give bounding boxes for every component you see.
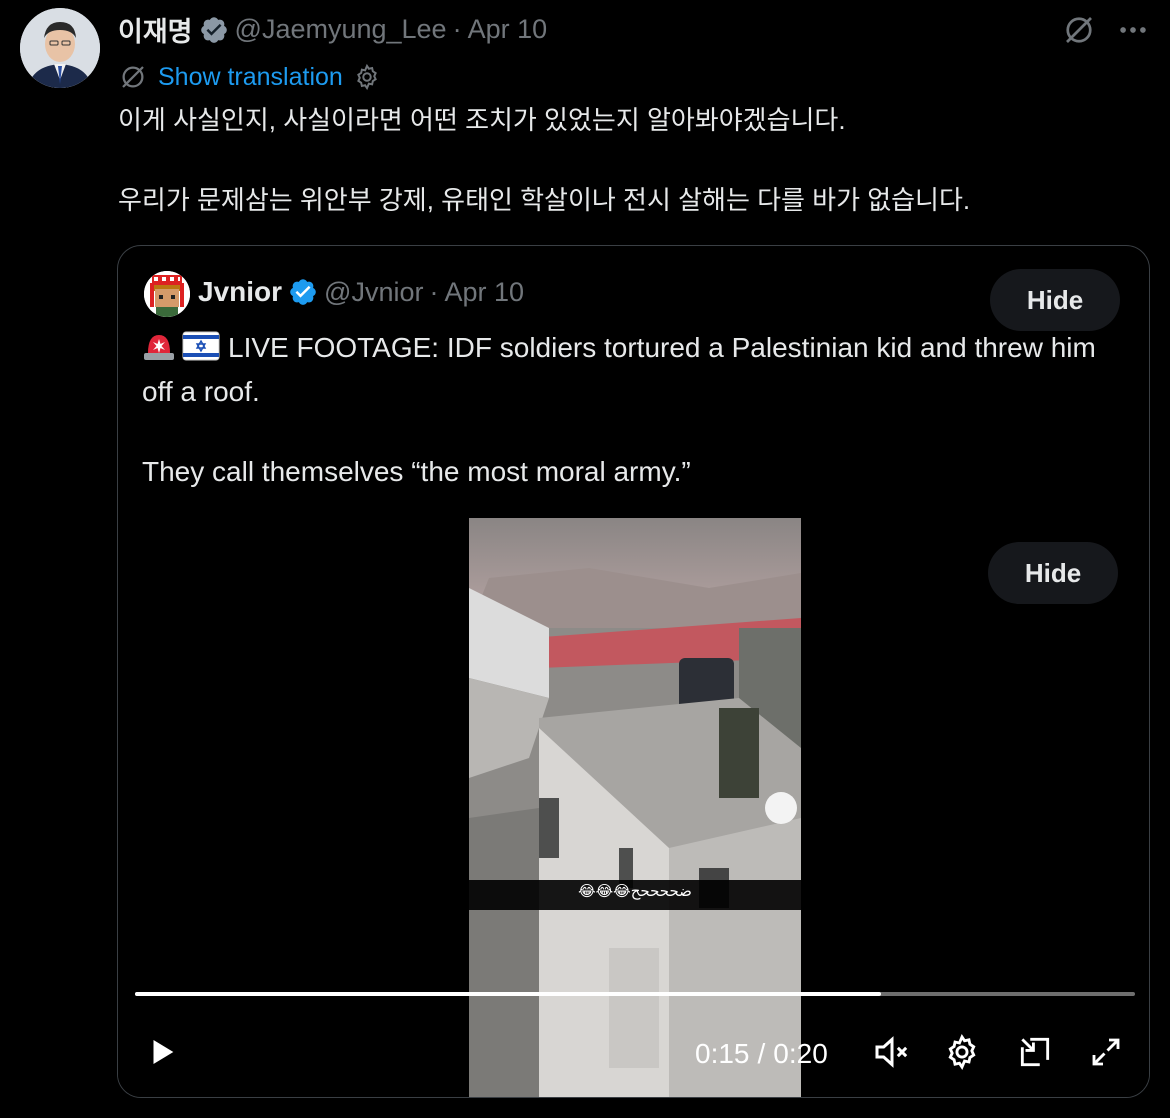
rotating-light-emoji — [142, 329, 176, 372]
settings-icon[interactable] — [938, 1028, 986, 1076]
time-separator: / — [757, 1038, 766, 1069]
post-text-line: 이게 사실인지, 사실이라면 어떤 조치가 있었는지 알아봐야겠습니다. — [118, 105, 846, 135]
progress-bar[interactable] — [135, 992, 1135, 996]
video-hide-button[interactable]: Hide — [988, 542, 1118, 604]
meta-separator: · — [429, 276, 439, 307]
quote-author-avatar[interactable] — [144, 271, 190, 317]
pip-icon[interactable] — [1011, 1028, 1059, 1076]
translate-icon — [118, 62, 148, 92]
quote-text: LIVE FOOTAGE: IDF soldiers tortured a Pa… — [142, 328, 1132, 492]
author-name[interactable]: 이재명 — [118, 10, 193, 49]
grok-icon[interactable] — [1057, 8, 1101, 52]
avatar-image — [20, 8, 100, 88]
video-player[interactable]: 😂😂😂ضححححح Hide 0:15 / 0:20 — [118, 518, 1149, 1097]
video-still-image — [469, 518, 801, 1097]
quoted-post[interactable]: Jvnior @Jvnior · Apr 10 Hide LIVE FOOTAG… — [117, 245, 1150, 1098]
quote-author-handle[interactable]: @Jvnior — [324, 277, 423, 308]
post-date[interactable]: Apr 10 — [468, 14, 548, 45]
gear-icon[interactable] — [353, 63, 381, 91]
hide-button[interactable]: Hide — [990, 269, 1120, 331]
verified-badge-icon — [288, 277, 318, 307]
verified-badge-icon — [199, 15, 229, 45]
show-translation-link[interactable]: Show translation — [158, 63, 343, 92]
meta-separator: · — [452, 14, 462, 44]
author-handle[interactable]: @Jaemyung_Lee — [235, 14, 447, 45]
video-frame[interactable]: 😂😂😂ضححححح — [469, 518, 801, 1097]
quote-author-name[interactable]: Jvnior — [198, 276, 282, 308]
israel-flag-emoji — [182, 331, 220, 372]
more-icon[interactable] — [1111, 8, 1155, 52]
quote-text-line: They call themselves “the most moral arm… — [142, 456, 691, 487]
quote-text-line: LIVE FOOTAGE: IDF soldiers tortured a Pa… — [142, 332, 1096, 407]
progress-fill — [135, 992, 881, 996]
post-text-line: 우리가 문제삼는 위안부 강제, 유태인 학살이나 전시 살해는 다를 바가 없… — [118, 185, 971, 215]
play-icon[interactable] — [138, 1028, 186, 1076]
pixel-avatar-image — [144, 271, 190, 317]
post-text: 이게 사실인지, 사실이라면 어떤 조치가 있었는지 알아봐야겠습니다. 우리가… — [118, 100, 1148, 220]
fullscreen-icon[interactable] — [1082, 1028, 1130, 1076]
author-avatar[interactable] — [20, 8, 100, 88]
quote-date[interactable]: Apr 10 — [444, 277, 524, 308]
duration: 0:20 — [773, 1038, 828, 1069]
current-time: 0:15 — [695, 1038, 750, 1069]
video-overlay-caption: 😂😂😂ضححححح — [578, 883, 692, 900]
mute-icon[interactable] — [868, 1028, 916, 1076]
